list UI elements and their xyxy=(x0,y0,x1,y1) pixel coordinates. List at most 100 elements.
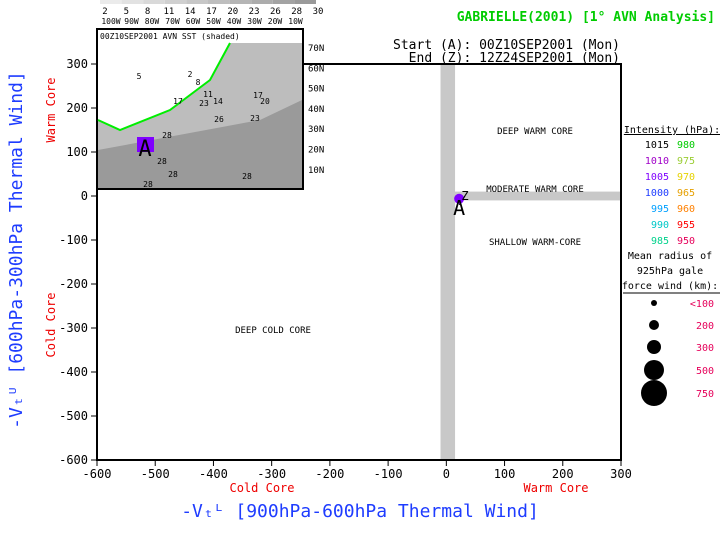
sst-contour-label: 8 xyxy=(196,78,201,87)
y-tick-label: -400 xyxy=(59,365,88,379)
x-tick-label: -100 xyxy=(374,467,403,481)
colorbar-segment xyxy=(208,0,230,4)
longitude-label: 70W xyxy=(165,17,180,26)
intensity-value: 960 xyxy=(677,204,695,215)
sst-contour-label: 2 xyxy=(188,70,193,79)
longitude-label: 60W xyxy=(186,17,201,26)
colorbar-tick-label: 26 xyxy=(270,7,281,17)
radius-dot xyxy=(641,380,667,406)
intensity-value: 995 xyxy=(651,204,669,215)
colorbar-segment xyxy=(121,0,144,4)
longitude-label: 20W xyxy=(268,17,283,26)
y-tick-label: 200 xyxy=(66,101,88,115)
y-tick-label: -100 xyxy=(59,233,88,247)
intensity-title: Intensity (hPa): xyxy=(624,125,720,136)
x-tick-label: -400 xyxy=(199,467,228,481)
longitude-label: 10W xyxy=(288,17,303,26)
region-label: DEEP WARM CORE xyxy=(497,127,573,137)
intensity-value: 950 xyxy=(677,236,695,247)
y-tick-label: -500 xyxy=(59,409,88,423)
colorbar-segment xyxy=(294,0,316,4)
radius-title: force wind (km): xyxy=(622,281,718,292)
intensity-value: 1015 xyxy=(645,140,669,151)
y-tick-label: -600 xyxy=(59,453,88,467)
intensity-value: 955 xyxy=(677,220,695,231)
latitude-label: 50N xyxy=(308,85,324,95)
sst-contour-label: 28 xyxy=(157,157,167,166)
longitude-label: 90W xyxy=(124,17,139,26)
x-tick-label: -300 xyxy=(257,467,286,481)
colorbar-tick-label: 28 xyxy=(291,7,302,17)
radius-label: 200 xyxy=(696,321,714,332)
latitude-label: 70N xyxy=(308,44,324,54)
colorbar-segment xyxy=(251,0,273,4)
radius-label: 500 xyxy=(696,366,714,377)
region-label: DEEP COLD CORE xyxy=(235,326,311,336)
latitude-label: 60N xyxy=(308,64,324,74)
zero-band-vertical xyxy=(440,64,456,460)
radius-label: <100 xyxy=(690,299,714,310)
radius-dot xyxy=(644,360,664,380)
intensity-value: 970 xyxy=(677,172,695,183)
sst-contour-label: 28 xyxy=(168,170,178,179)
chart-svg: -600 -500 -400 -300 -200 -100 0 100 200 300300200… xyxy=(6,0,720,522)
radius-dot xyxy=(647,340,661,354)
y-axis-label: -Vₜᵁ [600hPa-300hPa Thermal Wind] xyxy=(6,71,27,429)
sst-contour-label: 20 xyxy=(260,97,270,106)
sst-contour-label: 5 xyxy=(137,72,142,81)
colorbar-segment xyxy=(186,0,208,4)
y-warm-label: Warm Core xyxy=(44,77,58,142)
colorbar-segment xyxy=(100,0,122,4)
cyclone-phase-diagram: -600 -500 -400 -300 -200 -100 0 100 200 300 300 200… xyxy=(0,0,720,540)
sst-contour-label: 23 xyxy=(199,99,209,108)
sst-contour-label: 26 xyxy=(214,115,224,124)
intensity-value: 990 xyxy=(651,220,669,231)
intensity-value: 1010 xyxy=(645,156,669,167)
region-label: MODERATE WARM CORE xyxy=(486,185,584,195)
y-cold-label: Cold Core xyxy=(44,292,58,357)
y-tick-label: 300 xyxy=(66,57,88,71)
inset-storm-start-label: A xyxy=(138,137,151,162)
x-warm-label: Warm Core xyxy=(523,481,588,495)
colorbar-tick-label: 8 xyxy=(145,7,150,17)
latitude-label: 40N xyxy=(308,105,324,115)
radius-label: 300 xyxy=(696,343,714,354)
x-tick-label: 100 xyxy=(494,467,516,481)
intensity-value: 1005 xyxy=(645,172,669,183)
sst-contour-label: 11 xyxy=(203,90,213,99)
sst-contour-label: 23 xyxy=(250,114,260,123)
colorbar-segment xyxy=(229,0,252,4)
inset-title: 00Z10SEP2001 AVN SST (shaded) xyxy=(100,32,240,41)
x-tick-label: -500 xyxy=(141,467,170,481)
y-tick-label: 0 xyxy=(81,189,88,203)
longitude-label: 40W xyxy=(227,17,242,26)
colorbar-segment xyxy=(143,0,165,4)
chart-title: GABRIELLE(2001) [1° AVN Analysis] xyxy=(457,10,715,25)
longitude-label: 30W xyxy=(247,17,262,26)
sst-contour-label: 28 xyxy=(162,131,172,140)
colorbar-tick-label: 5 xyxy=(124,7,129,17)
longitude-label: 50W xyxy=(206,17,221,26)
longitude-label: 100W xyxy=(101,17,120,26)
x-cold-label: Cold Core xyxy=(229,481,294,495)
radius-title: Mean radius of xyxy=(628,251,712,262)
colorbar-tick-label: 11 xyxy=(163,7,174,17)
y-tick-label: -200 xyxy=(59,277,88,291)
radius-dot xyxy=(651,300,657,306)
radius-label: 750 xyxy=(696,389,714,400)
y-tick-label: -300 xyxy=(59,321,88,335)
sst-contour-label: 28 xyxy=(143,180,153,189)
x-tick-label: 200 xyxy=(552,467,574,481)
latitude-label: 20N xyxy=(308,146,324,156)
latitude-label: 30N xyxy=(308,125,324,135)
colorbar-tick-label: 20 xyxy=(227,7,238,17)
x-tick-label: -200 xyxy=(315,467,344,481)
end-time: End (Z): 12Z24SEP2001 (Mon) xyxy=(409,51,620,66)
colorbar-segment xyxy=(272,0,295,4)
latitude-label: 10N xyxy=(308,166,324,176)
intensity-value: 965 xyxy=(677,188,695,199)
radius-title: 925hPa gale xyxy=(637,266,703,277)
colorbar-segment xyxy=(164,0,187,4)
sst-contour-label: 17 xyxy=(173,97,183,106)
colorbar-tick-label: 2 xyxy=(102,7,107,17)
